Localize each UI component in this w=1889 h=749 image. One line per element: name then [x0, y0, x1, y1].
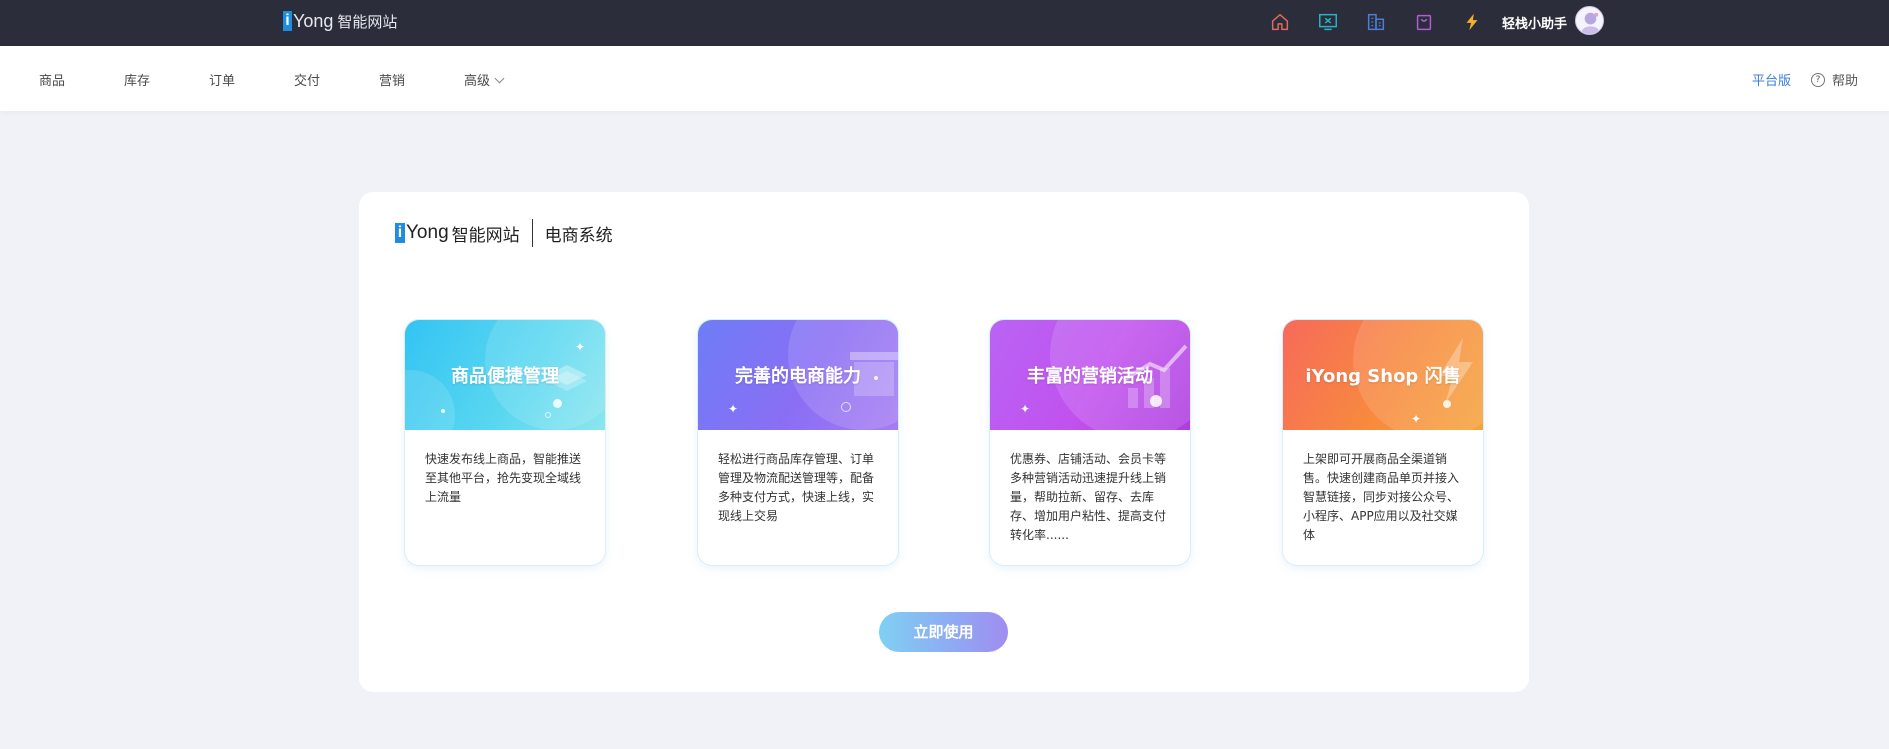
brand-i-mark: i: [283, 11, 292, 31]
home-icon[interactable]: [1268, 10, 1292, 34]
intro-panel: i Yong 智能网站 电商系统 ✦ 商品便捷管理 快速发布线上商品，智能推送至…: [359, 192, 1529, 692]
sparkle-ring: [841, 402, 851, 412]
sparkle-star-icon: ✦: [575, 340, 586, 354]
help-link[interactable]: ? 帮助: [1811, 70, 1858, 89]
card-banner: ✦ 完善的电商能力: [698, 320, 898, 430]
panel-header: i Yong 智能网站 电商系统: [395, 218, 613, 248]
nav-item-marketing[interactable]: 营销: [379, 70, 405, 89]
help-circle-icon: ?: [1811, 72, 1825, 87]
brand-cn: 智能网站: [337, 12, 398, 31]
feature-card-flash-sale: ✦ iYong Shop 闪售 上架即可开展商品全渠道销售。快速创建商品单页并接…: [1283, 320, 1483, 565]
panel-brand-i-mark: i: [395, 223, 405, 243]
feature-card-marketing: ✦ 丰富的营销活动 优惠券、店铺活动、会员卡等多种营销活动迅速提升线上销量，帮助…: [990, 320, 1190, 565]
feature-card-products: ✦ 商品便捷管理 快速发布线上商品，智能推送至其他平台，抢先变现全域线上流量: [405, 320, 605, 565]
platform-link[interactable]: 平台版: [1752, 70, 1791, 89]
sparkle-dot: [553, 399, 562, 408]
brand-yong: Yong: [293, 10, 334, 31]
nav-item-products[interactable]: 商品: [39, 70, 65, 89]
main-nav: 商品 库存 订单 交付 营销 高级 平台版 ? 帮助: [0, 46, 1889, 111]
top-icon-group: [1268, 9, 1508, 35]
panel-system-title: 电商系统: [544, 225, 613, 246]
card-title: 完善的电商能力: [735, 366, 861, 387]
building-icon[interactable]: [1364, 10, 1388, 34]
help-label: 帮助: [1832, 74, 1859, 89]
sparkle-star-icon: ✦: [728, 402, 739, 416]
nav-item-delivery[interactable]: 交付: [294, 70, 320, 89]
header-divider: [531, 219, 533, 247]
card-title: 商品便捷管理: [451, 366, 559, 387]
chevron-down-icon: [494, 73, 505, 84]
card-banner: ✦ 商品便捷管理: [405, 320, 605, 430]
sparkle-dot: [441, 409, 445, 413]
sparkle-star-icon: ✦: [1411, 412, 1422, 426]
lightning-icon[interactable]: [1460, 10, 1484, 34]
user-name[interactable]: 轻栈小助手: [1502, 13, 1567, 32]
feature-card-ecommerce: ✦ 完善的电商能力 轻松进行商品库存管理、订单管理及物流配送管理等，配备多种支付…: [698, 320, 898, 565]
sparkle-ring: [545, 412, 551, 418]
card-description: 轻松进行商品库存管理、订单管理及物流配送管理等，配备多种支付方式，快速上线，实现…: [718, 452, 875, 523]
card-title: iYong Shop 闪售: [1305, 366, 1461, 387]
card-description: 上架即可开展商品全渠道销售。快速创建商品单页并接入智慧链接，同步对接公众号、小程…: [1303, 452, 1460, 542]
nav-item-inventory[interactable]: 库存: [124, 70, 150, 89]
avatar[interactable]: [1575, 6, 1604, 35]
monitor-icon[interactable]: [1316, 10, 1340, 34]
sparkle-star-icon: ✦: [1020, 402, 1031, 416]
sparkle-dot: [1443, 400, 1451, 408]
card-title: 丰富的营销活动: [1027, 366, 1153, 387]
top-bar: i Yong 智能网站 轻栈小助手: [0, 0, 1889, 46]
panel-brand-yong: Yong: [406, 222, 449, 243]
brand-logo[interactable]: i Yong 智能网站: [283, 9, 397, 33]
bag-icon[interactable]: [1412, 10, 1436, 34]
sparkle-dot: [1150, 395, 1162, 407]
nav-item-advanced-label: 高级: [464, 74, 491, 89]
panel-brand-cn: 智能网站: [451, 225, 520, 246]
card-banner: ✦ 丰富的营销活动: [990, 320, 1190, 430]
card-description: 优惠券、店铺活动、会员卡等多种营销活动迅速提升线上销量，帮助拉新、留存、去库存、…: [1010, 452, 1167, 542]
card-banner: ✦ iYong Shop 闪售: [1283, 320, 1483, 430]
card-description: 快速发布线上商品，智能推送至其他平台，抢先变现全域线上流量: [425, 452, 582, 504]
nav-item-orders[interactable]: 订单: [209, 70, 235, 89]
use-now-button[interactable]: 立即使用: [879, 612, 1008, 652]
nav-item-advanced[interactable]: 高级: [464, 70, 505, 89]
